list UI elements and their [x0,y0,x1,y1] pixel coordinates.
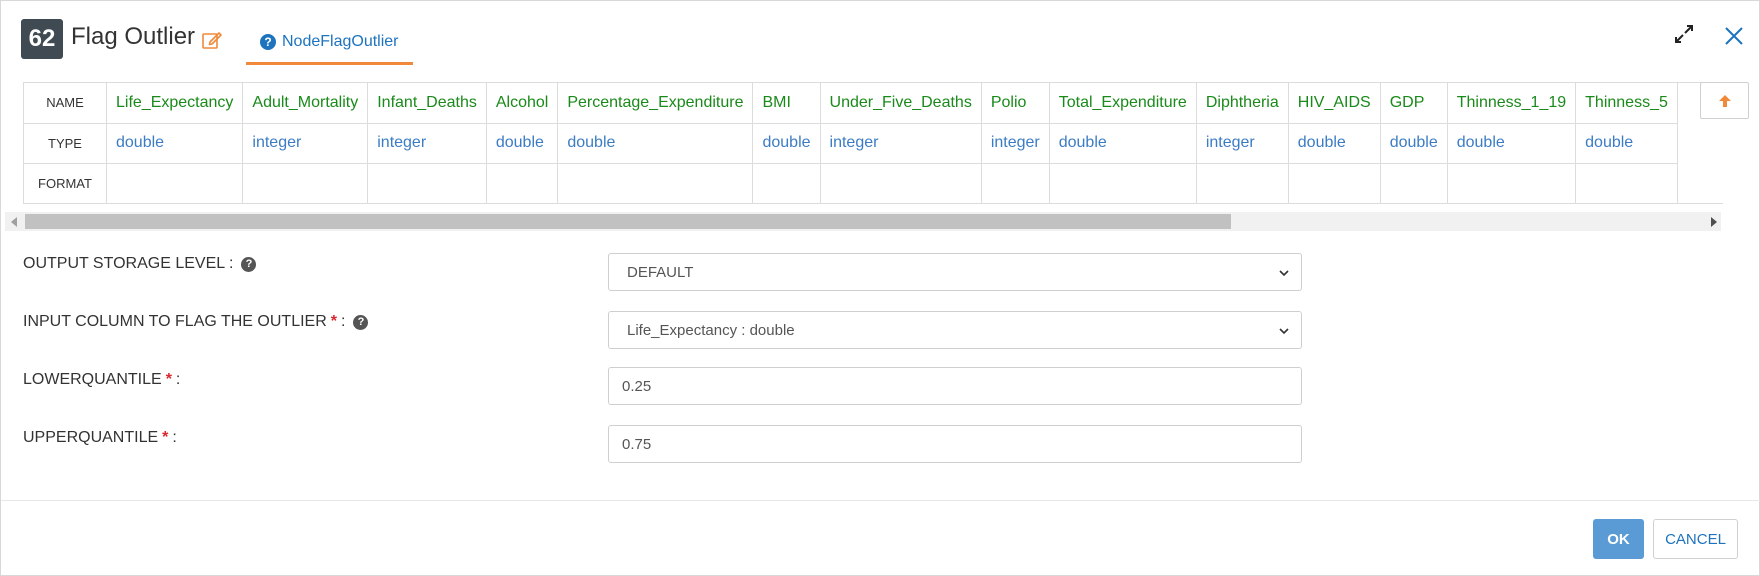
column-type: integer [1196,123,1289,164]
column-name: Adult_Mortality [242,83,369,124]
label-colon: : [172,429,177,446]
column-type: double [1288,123,1381,164]
lower-quantile-value: 0.25 [622,377,652,395]
ok-button[interactable]: OK [1593,519,1644,559]
edit-icon[interactable] [201,29,223,51]
schema-name-row: NAME Life_Expectancy Adult_Mortality Inf… [23,83,1678,124]
schema-format-row: FORMAT [23,163,1678,203]
storage-level-label: OUTPUT STORAGE LEVEL : ? [23,255,257,273]
column-name: Polio [981,83,1050,124]
column-type: double [1049,123,1197,164]
column-format [557,163,754,203]
horizontal-scrollbar[interactable] [5,212,1721,231]
storage-level-select[interactable]: DEFAULT [608,253,1302,291]
required-marker: * [330,313,337,330]
required-marker: * [165,371,172,388]
column-type: integer [820,123,982,164]
column-format [242,163,369,203]
column-format [981,163,1050,203]
input-column-select[interactable]: Life_Expectancy : double [608,311,1302,349]
column-name: HIV_AIDS [1288,83,1381,124]
column-name: Diphtheria [1196,83,1289,124]
scrollbar-thumb[interactable] [25,214,1231,229]
column-format [1049,163,1197,203]
schema-table-container[interactable]: NAME Life_Expectancy Adult_Mortality Inf… [23,82,1723,204]
tab-label: NodeFlagOutlier [282,32,399,50]
storage-level-label-text: OUTPUT STORAGE LEVEL : [23,255,234,272]
arrow-up-icon [1718,94,1731,107]
upper-quantile-value: 0.75 [622,435,652,453]
column-name: Thinness_1_19 [1447,83,1577,124]
column-name: GDP [1380,83,1448,124]
column-type: double [752,123,821,164]
storage-level-value: DEFAULT [627,263,694,281]
row-header-name: NAME [23,83,107,124]
input-column-label: INPUT COLUMN TO FLAG THE OUTLIER * : ? [23,313,369,331]
column-format [486,163,559,203]
column-format [820,163,982,203]
column-name: Total_Expenditure [1049,83,1197,124]
label-colon: : [175,371,181,388]
footer-divider [1,500,1760,501]
expand-icon[interactable] [1673,23,1695,45]
column-format [1380,163,1448,203]
column-type: double [1447,123,1577,164]
scroll-top-button[interactable] [1700,82,1749,119]
column-name: Under_Five_Deaths [820,83,982,124]
column-type: double [1575,123,1678,164]
question-circle-icon: ? [260,33,276,50]
input-column-label-text: INPUT COLUMN TO FLAG THE OUTLIER [23,313,327,330]
label-colon: : [341,313,346,330]
column-type: double [1380,123,1448,164]
lower-quantile-input[interactable]: 0.25 [608,367,1302,405]
node-config-dialog: 62 Flag Outlier ? NodeFlagOutlier NAME L… [0,0,1760,576]
column-name: Life_Expectancy [106,83,244,124]
schema-table: NAME Life_Expectancy Adult_Mortality Inf… [23,83,1678,203]
row-header-format: FORMAT [23,163,107,203]
upper-quantile-label: UPPERQUANTILE * : [23,429,177,447]
column-format [1575,163,1678,203]
close-icon[interactable] [1723,25,1745,47]
row-header-type: TYPE [23,123,107,164]
help-icon[interactable]: ? [353,314,369,330]
chevron-down-icon [1279,270,1289,277]
column-type: double [557,123,754,164]
required-marker: * [162,429,169,446]
chevron-down-icon [1279,328,1289,335]
lower-quantile-label: LOWERQUANTILE * : [23,371,180,389]
scroll-right-arrow-icon[interactable] [1711,217,1717,227]
column-format [106,163,244,203]
node-title: Flag Outlier [71,23,196,50]
column-type: integer [242,123,369,164]
column-format [1288,163,1381,203]
column-type: double [486,123,559,164]
column-format [752,163,821,203]
column-type: integer [981,123,1050,164]
column-name: BMI [752,83,821,124]
upper-quantile-label-text: UPPERQUANTILE [23,429,159,446]
column-name: Infant_Deaths [367,83,487,124]
column-format [1447,163,1577,203]
node-number-badge: 62 [21,19,63,59]
input-column-value: Life_Expectancy : double [627,321,795,339]
tab-node-help[interactable]: ? NodeFlagOutlier [246,21,413,65]
column-name: Alcohol [486,83,559,124]
column-type: integer [367,123,487,164]
schema-type-row: TYPE double integer integer double doubl… [23,123,1678,164]
help-icon[interactable]: ? [241,256,257,272]
column-format [367,163,487,203]
dialog-header: 62 Flag Outlier ? NodeFlagOutlier [1,1,1760,77]
lower-quantile-label-text: LOWERQUANTILE [23,371,162,388]
cancel-button[interactable]: CANCEL [1653,519,1738,559]
column-name: Thinness_5 [1575,83,1678,124]
scroll-left-arrow-icon[interactable] [11,217,17,227]
column-name: Percentage_Expenditure [557,83,754,124]
column-format [1196,163,1289,203]
upper-quantile-input[interactable]: 0.75 [608,425,1302,463]
column-type: double [106,123,244,164]
